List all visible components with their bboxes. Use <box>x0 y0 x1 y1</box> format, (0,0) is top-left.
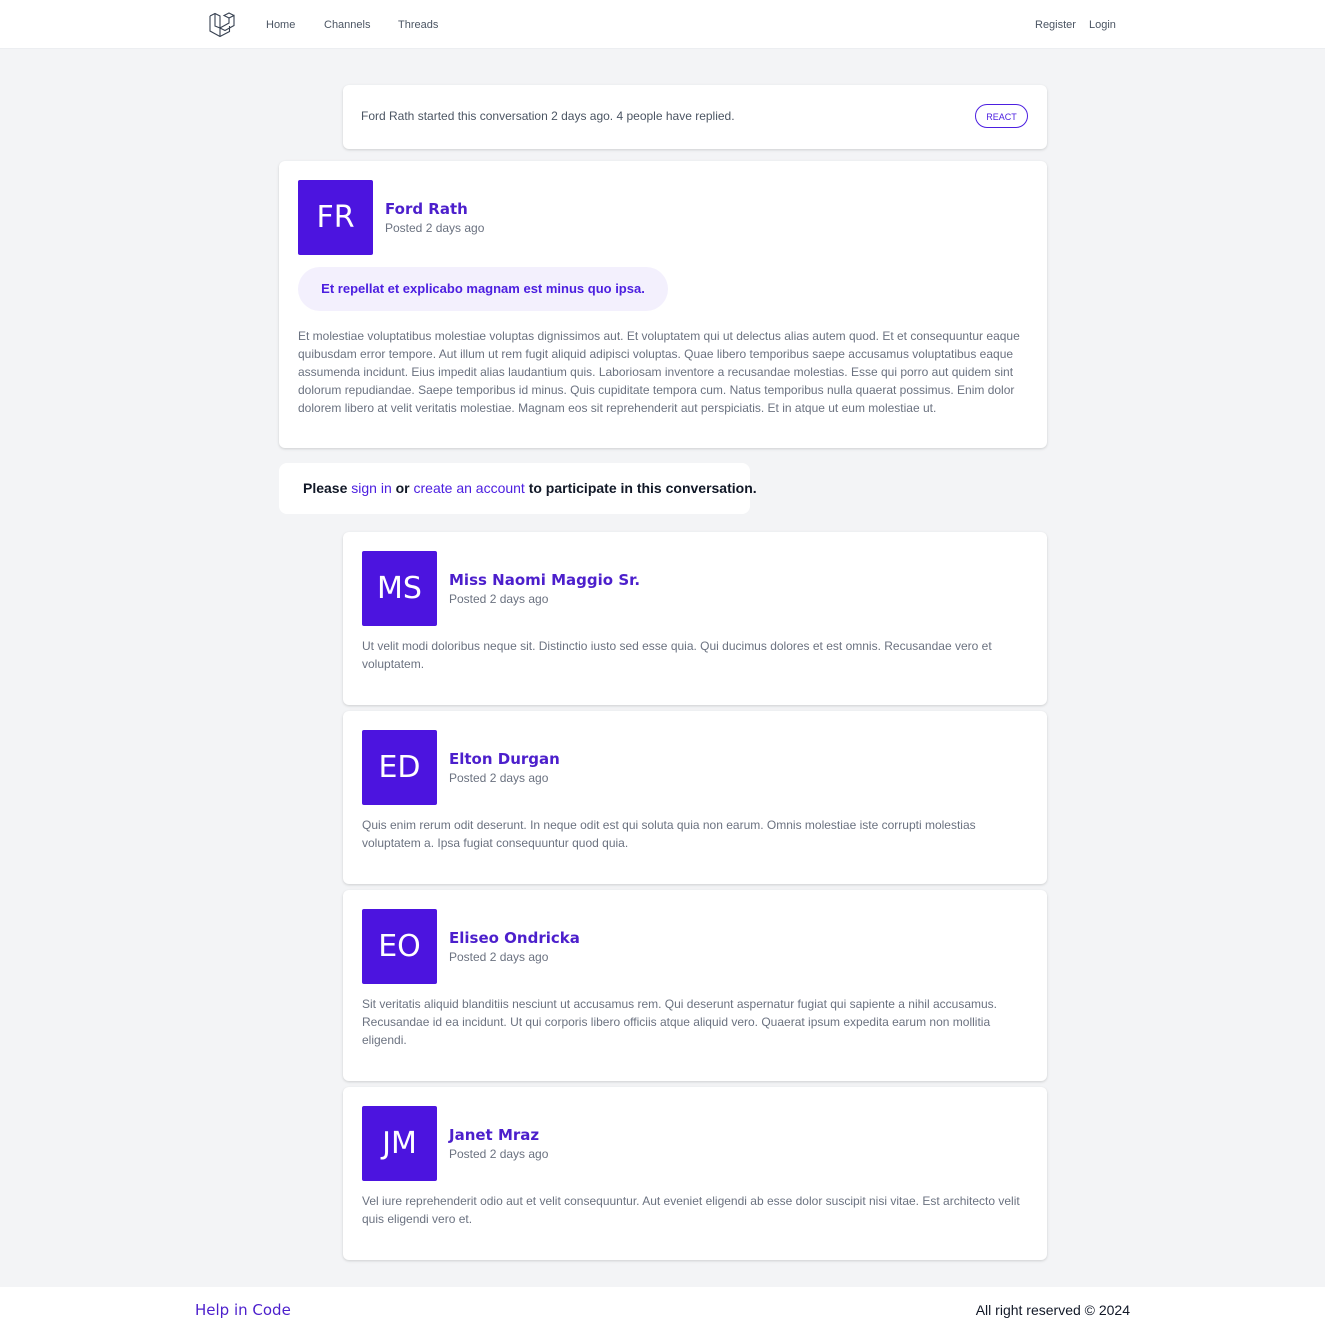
avatar: JM <box>362 1106 437 1181</box>
footer-copyright: All right reserved © 2024 <box>975 1302 1130 1318</box>
avatar: FR <box>298 180 373 255</box>
avatar: EO <box>362 909 437 984</box>
reply-card: ED Elton Durgan Posted 2 days ago Quis e… <box>343 711 1047 884</box>
conversation-summary-text: Ford Rath started this conversation 2 da… <box>361 109 735 123</box>
signin-prefix: Please <box>303 480 348 496</box>
reply-card: JM Janet Mraz Posted 2 days ago Vel iure… <box>343 1087 1047 1260</box>
create-account-link[interactable]: create an account <box>414 480 525 496</box>
reply-posted-time: Posted 2 days ago <box>449 1147 549 1161</box>
reply-posted-time: Posted 2 days ago <box>449 592 549 606</box>
footer-brand[interactable]: Help in Code <box>195 1301 291 1319</box>
reply-body: Ut velit modi doloribus neque sit. Disti… <box>362 639 992 671</box>
signin-or: or <box>395 480 410 496</box>
reply-body: Quis enim rerum odit deserunt. In neque … <box>362 818 976 850</box>
thread-card: FR Ford Rath Posted 2 days ago Et repell… <box>279 161 1047 448</box>
thread-body: Et molestiae voluptatibus molestiae volu… <box>298 329 1020 415</box>
nav-threads-link[interactable]: Threads <box>398 18 438 32</box>
sign-in-link[interactable]: sign in <box>351 480 391 496</box>
avatar: ED <box>362 730 437 805</box>
reply-posted-time: Posted 2 days ago <box>449 771 549 785</box>
register-link[interactable]: Register <box>1035 18 1076 32</box>
footer: Help in Code All right reserved © 2024 <box>0 1287 1325 1332</box>
reply-author-name[interactable]: Janet Mraz <box>449 1126 539 1144</box>
reply-body: Sit veritatis aliquid blanditiis nesciun… <box>362 997 997 1047</box>
reply-card: MS Miss Naomi Maggio Sr. Posted 2 days a… <box>343 532 1047 705</box>
reply-posted-time: Posted 2 days ago <box>449 950 549 964</box>
sign-in-prompt: Please sign in or create an account to p… <box>279 463 757 514</box>
thread-posted-time: Posted 2 days ago <box>385 221 485 235</box>
avatar: MS <box>362 551 437 626</box>
thread-title: Et repellat et explicabo magnam est minu… <box>298 267 668 311</box>
nav-channels-link[interactable]: Channels <box>324 18 370 32</box>
laravel-logo-icon[interactable] <box>208 12 236 38</box>
nav-home-link[interactable]: Home <box>266 18 295 32</box>
reply-author-name[interactable]: Elton Durgan <box>449 750 560 768</box>
top-navbar: Home Channels Threads Register Login <box>0 0 1325 49</box>
reply-author-name[interactable]: Eliseo Ondricka <box>449 929 580 947</box>
conversation-summary-card: Ford Rath started this conversation 2 da… <box>343 85 1047 149</box>
reply-card: EO Eliseo Ondricka Posted 2 days ago Sit… <box>343 890 1047 1081</box>
reply-body: Vel iure reprehenderit odio aut et velit… <box>362 1194 1020 1226</box>
reply-author-name[interactable]: Miss Naomi Maggio Sr. <box>449 571 640 589</box>
react-button[interactable]: REACT <box>975 104 1028 128</box>
signin-suffix: to participate in this conversation. <box>528 480 757 496</box>
login-link[interactable]: Login <box>1089 18 1116 32</box>
thread-author-name[interactable]: Ford Rath <box>385 200 468 218</box>
